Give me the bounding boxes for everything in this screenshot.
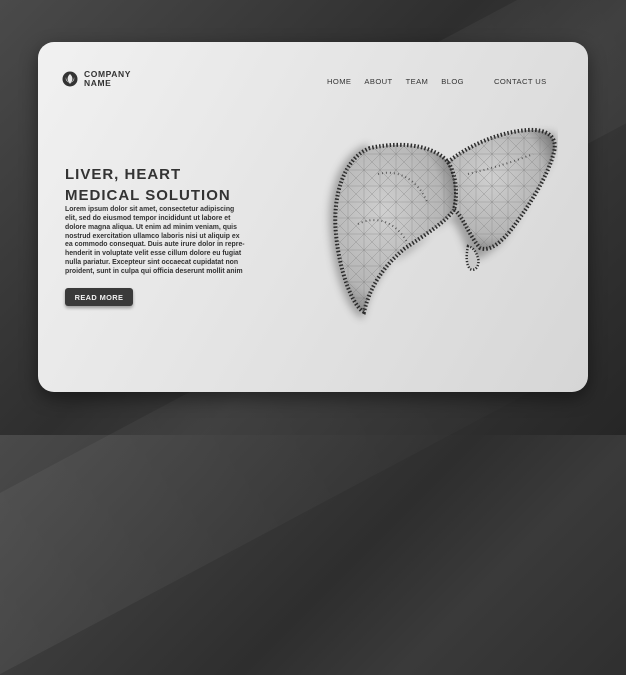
body-line: ea commodo consequat. Duis aute irure do… [65, 241, 245, 249]
liver-illustration [329, 127, 557, 319]
nav-blog[interactable]: BLOG [441, 77, 464, 86]
nav-team[interactable]: TEAM [406, 77, 429, 86]
body-line: nulla pariatur. Excepteur sint occaecat … [65, 259, 239, 267]
logo-icon [62, 71, 78, 87]
company-logo[interactable]: COMPANY NAME [62, 70, 131, 88]
read-more-button[interactable]: READ MORE [65, 288, 133, 306]
headline-line1: LIVER, HEART [65, 166, 182, 183]
body-line: proident, sunt in culpa qui officia dese… [65, 267, 243, 275]
main-nav: HOME ABOUT TEAM BLOG CONTACT US [327, 77, 547, 86]
headline-line2: MEDICAL SOLUTION [65, 187, 231, 204]
hero-headline: LIVER, HEART MEDICAL SOLUTION [65, 164, 231, 206]
company-name-line2: NAME [84, 78, 112, 88]
landing-page-card: COMPANY NAME HOME ABOUT TEAM BLOG CONTAC… [38, 42, 588, 392]
body-line: nostrud exercitation ullamco laboris nis… [65, 232, 240, 240]
body-line: henderit in voluptate velit esse cillum … [65, 250, 242, 258]
body-line: Lorem ipsum dolor sit amet, consectetur … [65, 206, 235, 213]
body-line: elit, sed do eiusmod tempor incididunt u… [65, 214, 231, 222]
nav-home[interactable]: HOME [327, 77, 351, 86]
nav-about[interactable]: ABOUT [364, 77, 392, 86]
body-line: dolore magna aliqua. Ut enim ad minim ve… [65, 223, 237, 231]
hero-body-text: Lorem ipsum dolor sit amet, consectetur … [65, 206, 265, 277]
nav-contact-us[interactable]: CONTACT US [494, 77, 547, 86]
company-name: COMPANY NAME [84, 70, 131, 88]
